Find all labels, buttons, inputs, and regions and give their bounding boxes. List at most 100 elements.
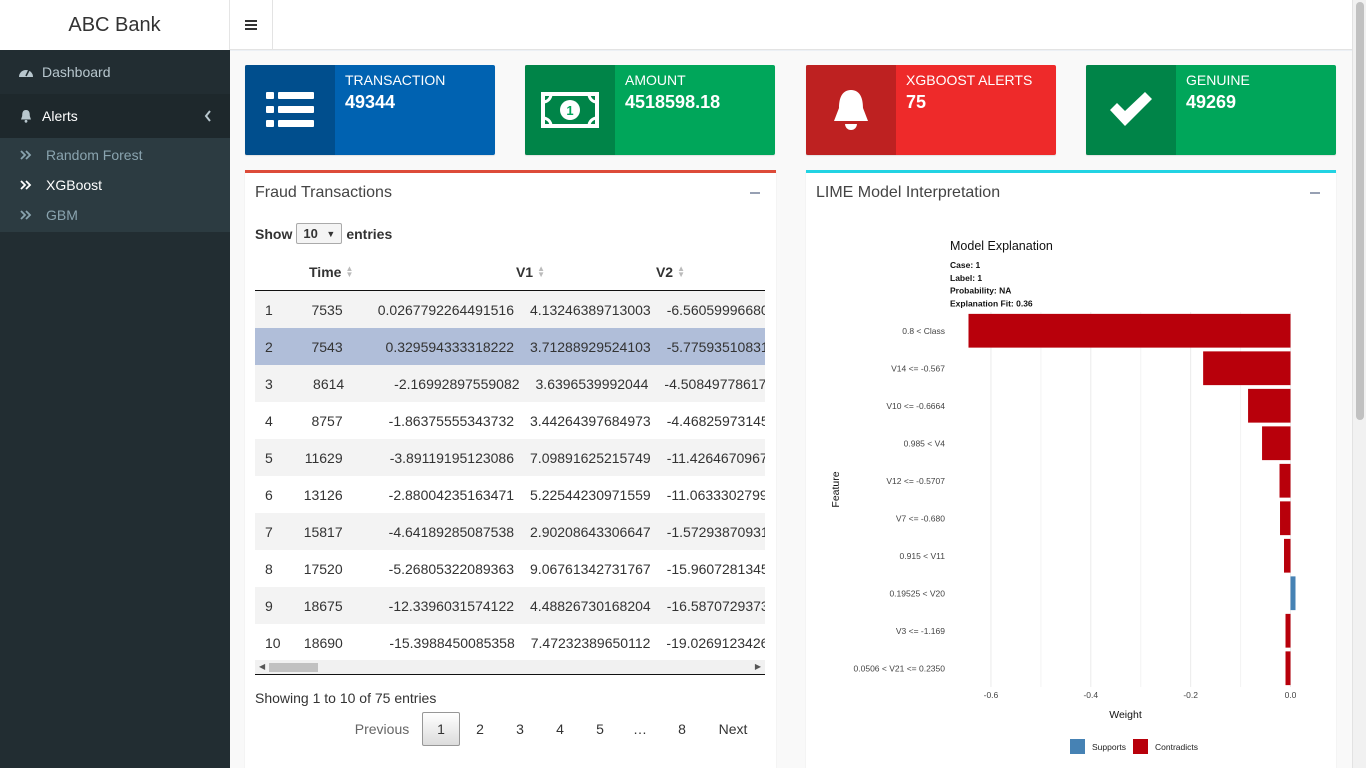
table-row[interactable]: 9 18675 -12.3396031574122 4.48826730168204-… (255, 587, 765, 624)
top-navbar (230, 0, 1352, 50)
sidebar-subitem-xgboost[interactable]: XGBoost (0, 170, 230, 200)
box-header: Fraud Transactions (245, 173, 776, 213)
table-cell: 7.47232389650112 (530, 634, 651, 651)
table-row[interactable]: 10 18690 -15.3988450085358 7.47232389650112… (255, 624, 765, 661)
pagination-page-5[interactable]: 5 (580, 712, 620, 746)
scroll-right-arrow-icon[interactable]: ▶ (755, 662, 761, 671)
table-cell: -11.4264670967 (666, 449, 765, 466)
table-cell: -4.46825973145 (666, 412, 765, 429)
col-header-v1[interactable]: V1 ▲ ▼ (380, 253, 555, 290)
table-cell: -5.77593510831 (666, 338, 765, 355)
table-cell: -1.86375555343732 (388, 412, 515, 429)
sidebar-toggle-button[interactable] (230, 0, 273, 50)
sidebar-subitem-random-forest[interactable]: Random Forest (0, 140, 230, 170)
bell-icon (18, 109, 34, 123)
show-label: Show (255, 225, 293, 242)
caret-down-icon: ▼ (326, 228, 336, 239)
y-tick-label: 0.19525 < V20 (889, 588, 945, 598)
svg-text:1: 1 (566, 103, 573, 118)
collapse-minus-icon[interactable] (1310, 192, 1320, 194)
y-tick-label: 0.8 < Class (902, 326, 945, 336)
table-cell: 3.71288929524103 (530, 338, 651, 355)
alerts-submenu: Random Forest XGBoost GBM (0, 138, 230, 232)
chart-title: Model Explanation (950, 239, 1053, 253)
table-row[interactable]: 4 8757 -1.86375555343732 3.44264397684973 -4… (255, 402, 765, 439)
app-logo[interactable]: ABC Bank (0, 0, 230, 50)
x-tick-label: 0.0 (1285, 690, 1297, 700)
col-header-label: V2 (655, 263, 674, 280)
collapse-minus-icon[interactable] (750, 192, 760, 194)
scroll-left-arrow-icon[interactable]: ◀ (259, 662, 265, 671)
lime-interpretation-box: LIME Model Interpretation Model Explanat… (806, 170, 1336, 768)
y-tick-label: V12 <= -0.5707 (886, 476, 945, 486)
table-cell: -1.57293870931 (666, 523, 765, 540)
legend-swatch (1070, 739, 1085, 754)
x-tick-label: -0.2 (1183, 690, 1198, 700)
sidebar-subitem-gbm[interactable]: GBM (0, 200, 230, 230)
list-icon (245, 65, 335, 155)
table-row[interactable]: 1 7535 0.0267792264491516 4.13246389713003-… (255, 291, 765, 328)
hamburger-icon (245, 18, 257, 32)
table-row[interactable]: 5 11629 -3.89119195123086 7.09891625215749-… (255, 439, 765, 476)
table-cell: -6.56059996680 (666, 301, 765, 318)
table-row[interactable]: 3 8614 -2.16992897559082 3.6396539992044 -4.… (255, 365, 765, 402)
sort-icon: ▲ ▼ (677, 263, 685, 279)
infobox-xgboost-alerts: XGBOOST ALERTS 75 (806, 65, 1056, 155)
pagination-page-1[interactable]: 1 (422, 712, 460, 746)
chart-bar (1279, 463, 1291, 498)
sidebar-item-label: Dashboard (42, 64, 111, 80)
y-tick-label: 0.985 < V4 (904, 438, 946, 448)
chart-bar (1262, 426, 1291, 461)
col-header-v2[interactable]: V2 ▲ ▼ (555, 253, 695, 290)
chart-subtitle-line: Label: 1 (950, 273, 982, 283)
sort-icon: ▲ ▼ (345, 263, 354, 279)
table-cell: -15.9607281345 (666, 560, 765, 577)
table-row[interactable]: 7 15817 -4.64189285087538 2.90208643306647-… (255, 513, 765, 550)
table-row[interactable]: 2 7543 0.329594333318222 3.71288929524103 -5… (255, 328, 765, 365)
legend-label: Contradicts (1155, 742, 1198, 752)
checkmark-icon (1086, 65, 1176, 155)
table-horizontal-scrollbar[interactable]: ◀ ▶ (255, 660, 765, 675)
entries-select[interactable]: 10 ▼ (296, 223, 343, 244)
page-scrollbar-thumb[interactable] (1356, 2, 1364, 420)
infobox-amount: 1 AMOUNT 4518598.18 (525, 65, 775, 155)
sidebar-item-dashboard[interactable]: Dashboard (0, 50, 230, 94)
table-cell: -4.64189285087538 (388, 523, 515, 540)
table-cell: 18675 (303, 597, 343, 614)
table-cell: 3.6396539992044 (535, 375, 649, 392)
pagination-page-2[interactable]: 2 (460, 712, 500, 746)
table-cell: 9.06761342731767 (530, 560, 651, 577)
table-row[interactable]: 6 13126 -2.88004235163471 5.22544230971559-… (255, 476, 765, 513)
pagination-page-3[interactable]: 3 (500, 712, 540, 746)
table-cell: 7543 (311, 338, 343, 355)
sidebar-subitem-label: XGBoost (46, 177, 103, 193)
col-header-time[interactable]: Time ▲ ▼ (295, 253, 380, 290)
app-title: ABC Bank (68, 13, 161, 36)
pagination: Previous 1 2 3 4 5 … 8 Next (342, 711, 762, 747)
table-cell: 4 (265, 412, 273, 429)
box-header: LIME Model Interpretation (806, 173, 1336, 213)
horizontal-scrollbar-thumb[interactable] (269, 663, 318, 672)
money-bill-icon: 1 (525, 65, 615, 155)
lime-explanation-chart: Model Explanation Case: 1 Label: 1 Probabil… (830, 239, 1297, 754)
pagination-previous[interactable]: Previous (342, 712, 422, 746)
col-header-index[interactable] (255, 253, 295, 290)
pagination-next[interactable]: Next (704, 712, 762, 746)
x-tick-label: -0.4 (1083, 690, 1098, 700)
pagination-page-8[interactable]: 8 (660, 712, 704, 746)
table-cell: 5.22544230971559 (530, 486, 651, 503)
table-row[interactable]: 8 17520 -5.26805322089363 9.06761342731767-… (255, 550, 765, 587)
page-scrollbar[interactable] (1352, 0, 1366, 768)
pagination-ellipsis: … (633, 721, 647, 737)
sort-icon: ▲ ▼ (537, 263, 545, 279)
chart-subtitle-line: Explanation Fit: 0.36 (950, 298, 1033, 308)
col-header-label: V1 (515, 263, 534, 280)
pagination-page-4[interactable]: 4 (540, 712, 580, 746)
sidebar-subitem-label: Random Forest (46, 147, 143, 163)
sidebar-item-alerts[interactable]: Alerts (0, 94, 230, 138)
table-cell: 7.09891625215749 (530, 449, 651, 466)
table-cell: -15.3988450085358 (389, 634, 515, 651)
table-cell: 4.48826730168204 (530, 597, 651, 614)
table-cell: -5.26805322089363 (388, 560, 515, 577)
infobox-genuine: GENUINE 49269 (1086, 65, 1336, 155)
